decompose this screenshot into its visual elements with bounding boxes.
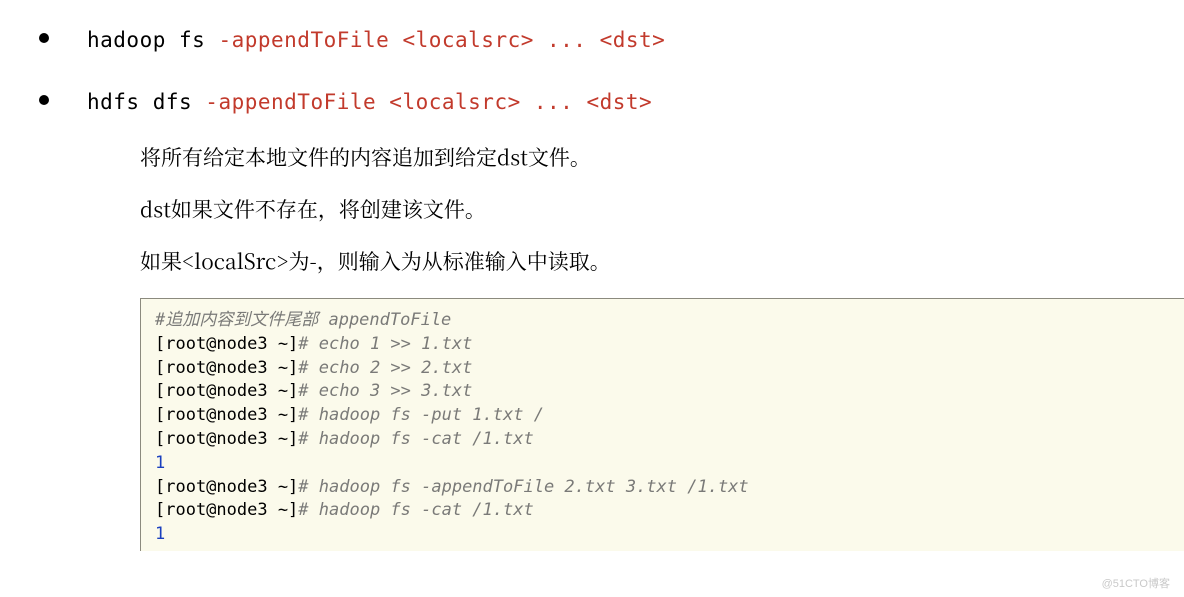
shell-prompt: [root@node3 ~] (155, 381, 298, 401)
cmd1-highlight: -appendToFile <localsrc> ... <dst> (218, 28, 665, 52)
desc-line-2: dst如果文件不存在，将创建该文件。 (140, 194, 1184, 224)
command-item-2: hdfs dfs -appendToFile <localsrc> ... <d… (65, 80, 1184, 116)
terminal-output: 1 (155, 452, 1170, 476)
terminal-line: [root@node3 ~]# echo 3 >> 3.txt (155, 380, 1170, 404)
hash: # (298, 477, 308, 497)
shell-prompt: [root@node3 ~] (155, 477, 298, 497)
command-text-2: hdfs dfs -appendToFile <localsrc> ... <d… (87, 90, 652, 114)
hash: # (298, 429, 308, 449)
terminal-block: #追加内容到文件尾部 appendToFile [root@node3 ~]# … (140, 298, 1184, 551)
shell-cmd: hadoop fs -cat /1.txt (309, 429, 534, 449)
shell-cmd: echo 3 >> 3.txt (309, 381, 473, 401)
shell-cmd: echo 2 >> 2.txt (309, 358, 473, 378)
cmd2-highlight: -appendToFile <localsrc> ... <dst> (205, 90, 652, 114)
shell-prompt: [root@node3 ~] (155, 500, 298, 520)
terminal-line: [root@node3 ~]# hadoop fs -appendToFile … (155, 476, 1170, 500)
terminal-line: [root@node3 ~]# echo 2 >> 2.txt (155, 357, 1170, 381)
cmd2-prefix: hdfs dfs (87, 90, 205, 114)
command-list: hadoop fs -appendToFile <localsrc> ... <… (0, 18, 1184, 116)
description-block: 将所有给定本地文件的内容追加到给定dst文件。 dst如果文件不存在，将创建该文… (140, 142, 1184, 276)
shell-cmd: echo 1 >> 1.txt (309, 334, 473, 354)
desc-line-1: 将所有给定本地文件的内容追加到给定dst文件。 (140, 142, 1184, 172)
hash: # (298, 405, 308, 425)
terminal-line: [root@node3 ~]# echo 1 >> 1.txt (155, 333, 1170, 357)
desc-line-3: 如果<localSrc>为-，则输入为从标准输入中读取。 (140, 246, 1184, 276)
shell-cmd: hadoop fs -appendToFile 2.txt 3.txt /1.t… (309, 477, 749, 497)
hash: # (298, 381, 308, 401)
terminal-line: [root@node3 ~]# hadoop fs -put 1.txt / (155, 404, 1170, 428)
shell-prompt: [root@node3 ~] (155, 405, 298, 425)
hash: # (298, 334, 308, 354)
terminal-comment: #追加内容到文件尾部 appendToFile (155, 309, 1170, 333)
terminal-output: 1 (155, 523, 1170, 547)
terminal-line: [root@node3 ~]# hadoop fs -cat /1.txt (155, 499, 1170, 523)
shell-cmd: hadoop fs -put 1.txt / (309, 405, 544, 425)
shell-prompt: [root@node3 ~] (155, 334, 298, 354)
shell-cmd: hadoop fs -cat /1.txt (309, 500, 534, 520)
terminal-line: [root@node3 ~]# hadoop fs -cat /1.txt (155, 428, 1170, 452)
cmd1-prefix: hadoop fs (87, 28, 218, 52)
hash: # (298, 358, 308, 378)
hash: # (298, 500, 308, 520)
watermark-text: @51CTO博客 (1102, 575, 1170, 591)
command-item-1: hadoop fs -appendToFile <localsrc> ... <… (65, 18, 1184, 54)
shell-prompt: [root@node3 ~] (155, 358, 298, 378)
page: hadoop fs -appendToFile <localsrc> ... <… (0, 0, 1184, 597)
command-text-1: hadoop fs -appendToFile <localsrc> ... <… (87, 28, 665, 52)
shell-prompt: [root@node3 ~] (155, 429, 298, 449)
